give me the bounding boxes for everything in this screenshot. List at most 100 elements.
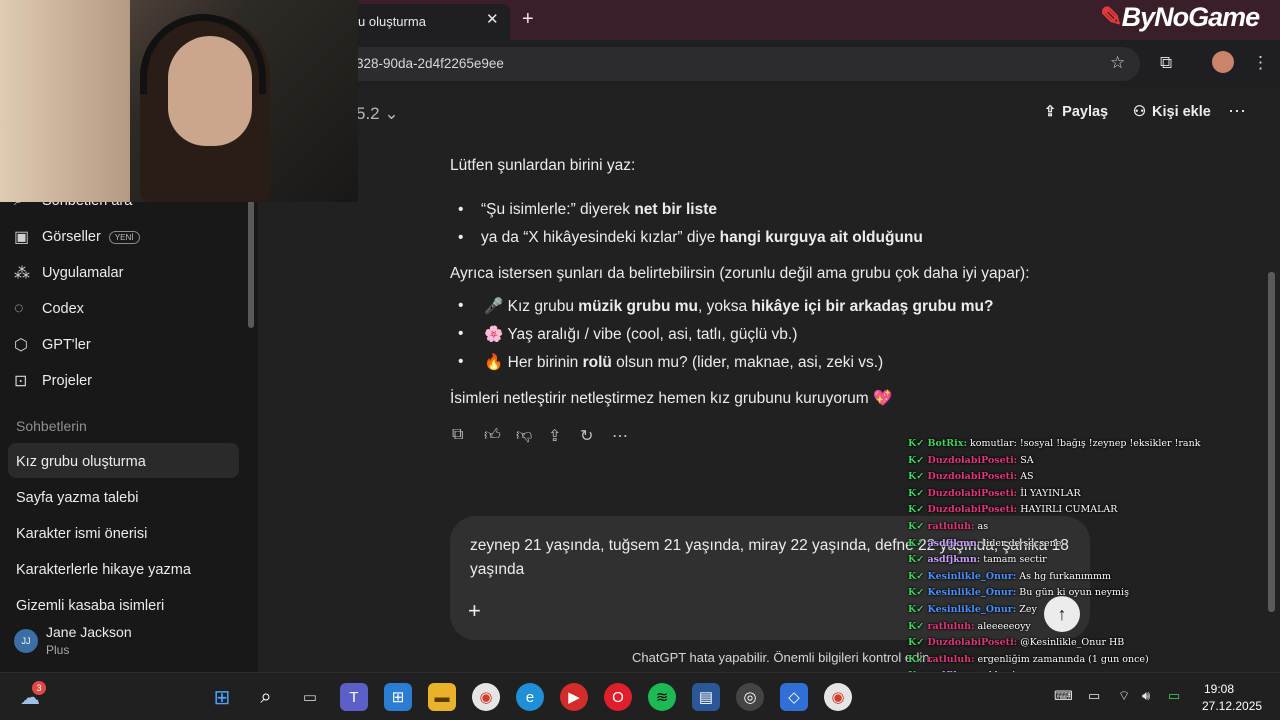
store-icon[interactable]: ⊞ <box>384 683 412 711</box>
stream-chat-line: K✓ DuzdolabiPoseti: AS <box>908 471 1208 488</box>
copy-icon[interactable]: ⧉ <box>452 426 463 444</box>
bullet-dot: • <box>458 229 464 246</box>
fire-emoji-icon: 🔥 <box>484 354 504 371</box>
image-icon: ▣ <box>14 229 30 246</box>
wifi-icon[interactable]: ⌔ <box>1118 688 1130 704</box>
spotify-icon[interactable]: ≋ <box>648 683 676 711</box>
clock-time[interactable]: 19:08 <box>1204 682 1234 696</box>
stream-chat-text: ergenliğim zamanında (1 gun once) <box>977 653 1149 665</box>
battery-icon[interactable]: ▭ <box>1168 688 1180 704</box>
stream-chat-text: komutlar: !sosyal !bağış !zeynep !eksikl… <box>969 438 1201 449</box>
chat-badge-icon: K✓ <box>908 454 928 466</box>
browser-menu-icon[interactable]: ⋮ <box>1252 53 1269 73</box>
chat-badge-icon: K✓ <box>908 520 928 532</box>
model-selector[interactable]: 5.2 ⌄ <box>356 104 399 124</box>
chat-item-gizemli-kasaba[interactable]: Gizemli kasaba isimleri <box>16 598 164 614</box>
stream-chat-username: DuzdolabiPoseti: <box>927 487 1018 499</box>
display-icon[interactable]: ▭ <box>1088 688 1100 704</box>
stream-chat-line: K✓ asdfjkmn: lider de secsene <box>908 538 1208 555</box>
chat-item-karakter-ismi[interactable]: Karakter ismi önerisi <box>16 526 147 542</box>
word-icon[interactable]: ▤ <box>692 683 720 711</box>
search-icon[interactable]: ⌕ <box>252 683 280 711</box>
stream-chat-text: aleeeeeoyy <box>977 620 1031 632</box>
share-button[interactable]: ⇪ Paylaş <box>1044 104 1108 120</box>
chat-item-kiz-grubu[interactable]: Kız grubu oluşturma <box>16 454 146 470</box>
sidebar-item-projects[interactable]: ⊡ Projeler <box>14 365 244 397</box>
stream-chat-line: K✓ Kesinlikle_Onur: Bu gün ki oyun neymiş <box>908 587 1208 604</box>
chat-badge-icon: K✓ <box>908 603 928 615</box>
extensions-icon[interactable]: ⧉ <box>1160 53 1172 73</box>
disclaimer: ChatGPT hata yapabilir. Önemli bilgileri… <box>632 650 934 665</box>
flower-emoji-icon: 🌸 <box>484 326 504 343</box>
share-message-icon[interactable]: ⇪ <box>548 426 561 446</box>
edge-icon[interactable]: e <box>516 683 544 711</box>
stream-chat-username: DuzdolabiPoseti: <box>927 637 1018 649</box>
notification-badge: 3 <box>32 681 46 695</box>
thumbs-down-icon[interactable]: 👎︎ <box>516 426 532 445</box>
sidebar-item-gpts[interactable]: ⬡ GPT'ler <box>14 329 244 361</box>
user-name[interactable]: Jane Jackson <box>46 624 132 640</box>
browser-tab-active[interactable]: u oluşturma ✕ <box>340 4 510 40</box>
opera-icon[interactable]: O <box>604 683 632 711</box>
bookmark-star-icon[interactable]: ☆ <box>1110 53 1125 73</box>
chrome-profile-icon[interactable]: ◉ <box>824 683 852 711</box>
stream-chat-line: K✓ Kesinlikle_Onur: As hg furkanımmm <box>908 571 1208 588</box>
message-option-3: 🔥 Her birinin rolü olsun mu? (lider, mak… <box>484 354 884 371</box>
chat-badge-icon: K✓ <box>908 587 928 599</box>
app-icon[interactable]: ◇ <box>780 683 808 711</box>
codex-icon: ◌ <box>14 300 24 317</box>
user-plan: Plus <box>46 643 70 657</box>
add-person-button[interactable]: ⚇ Kişi ekle <box>1133 104 1211 120</box>
chats-heading: Sohbetlerin <box>16 418 87 434</box>
new-tab-icon[interactable]: + <box>522 8 534 31</box>
chat-badge-icon: K✓ <box>908 487 928 499</box>
task-view-icon[interactable]: ▭ <box>296 683 324 711</box>
sidebar-item-images[interactable]: ▣ Görseller YENİ <box>14 221 244 253</box>
stream-chat-username: BotRix: <box>927 438 967 449</box>
sidebar-item-label: GPT'ler <box>42 337 91 353</box>
profile-avatar[interactable] <box>1212 51 1234 73</box>
stream-chat-line: K✓ ratluluh: as <box>908 521 1208 538</box>
chat-badge-icon: K✓ <box>908 570 928 582</box>
windows-start-icon[interactable]: ⊞ <box>208 683 236 711</box>
bynogame-logo: ✎ByNoGame <box>1100 2 1260 32</box>
thumbs-up-icon[interactable]: 👍︎ <box>484 426 501 445</box>
address-bar[interactable]: 328-90da-2d4f2265e9ee <box>330 47 1140 81</box>
message-intro: Lütfen şunlardan birini yaz: <box>450 157 636 174</box>
bullet-dot: • <box>458 353 464 370</box>
chat-badge-icon: K✓ <box>908 471 928 483</box>
teams-icon[interactable]: T <box>340 683 368 711</box>
chrome-icon[interactable]: ◉ <box>472 683 500 711</box>
chat-item-sayfa-yazma[interactable]: Sayfa yazma talebi <box>16 490 139 506</box>
stream-chat-line: K✓ DuzdolabiPoseti: SA <box>908 455 1208 472</box>
more-options-icon[interactable]: ⋯ <box>1228 101 1246 122</box>
media-player-icon[interactable]: ▶ <box>560 683 588 711</box>
stream-chat-username: Kesinlikle_Onur: <box>927 587 1017 599</box>
webcam-overlay <box>0 0 358 202</box>
chat-item-karakterlerle-hikaye[interactable]: Karakterlerle hikaye yazma <box>16 562 191 578</box>
chat-badge-icon: K✓ <box>908 653 928 665</box>
more-actions-icon[interactable]: ⋯ <box>612 426 628 446</box>
share-label: Paylaş <box>1062 104 1109 120</box>
regenerate-icon[interactable]: ↻ <box>580 426 593 446</box>
clock-date[interactable]: 27.12.2025 <box>1202 699 1262 713</box>
volume-icon[interactable]: 🔊︎ <box>1142 688 1150 704</box>
stream-chat-username: DuzdolabiPoseti: <box>927 454 1018 466</box>
plus-icon[interactable]: + <box>468 598 481 624</box>
close-tab-icon[interactable]: ✕ <box>486 10 499 28</box>
stream-chat-text: İl YAYINLAR <box>1020 487 1081 499</box>
main-scrollbar[interactable] <box>1268 272 1275 612</box>
sidebar-item-apps[interactable]: ⁂ Uygulamalar <box>14 257 244 289</box>
sidebar-scrollbar[interactable] <box>248 198 254 328</box>
obs-icon[interactable]: ◎ <box>736 683 764 711</box>
microphone-emoji-icon: 🎤 <box>484 298 504 315</box>
chat-badge-icon: K✓ <box>908 537 928 549</box>
keyboard-icon[interactable]: ⌨ <box>1054 688 1073 704</box>
bullet-dot: • <box>458 201 464 218</box>
avatar[interactable]: JJ <box>14 629 38 653</box>
file-explorer-icon[interactable]: ▬ <box>428 683 456 711</box>
sidebar-item-codex[interactable]: ◌ Codex <box>14 293 244 325</box>
stream-chat-text: as <box>977 520 989 532</box>
sidebar-item-label: Codex <box>42 301 84 317</box>
sidebar-item-label: Projeler <box>42 373 92 389</box>
